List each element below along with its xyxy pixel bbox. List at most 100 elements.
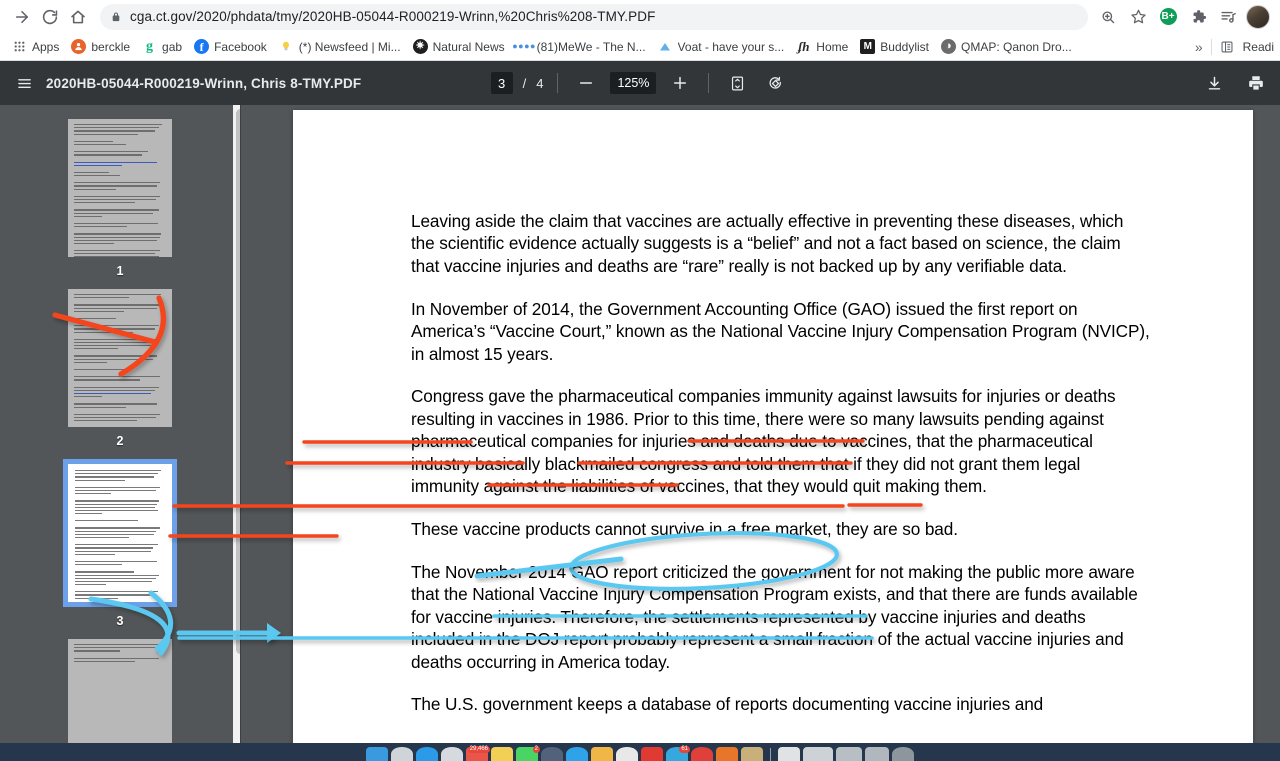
bookmark-item-buddylist[interactable]: M Buddylist bbox=[854, 36, 935, 57]
fit-to-page-icon[interactable] bbox=[723, 69, 751, 97]
thumbnail-preview[interactable] bbox=[68, 289, 172, 427]
pdf-toolbar-right-controls bbox=[1200, 69, 1270, 97]
paragraph-3: Congress gave the pharmaceutical compani… bbox=[411, 386, 1116, 497]
preview-dock-icon[interactable] bbox=[741, 747, 763, 761]
home-icon[interactable] bbox=[64, 3, 92, 31]
thumbnail-page-3[interactable]: 3 bbox=[63, 459, 177, 628]
forward-arrow-icon[interactable] bbox=[8, 3, 36, 31]
extension-badge-icon[interactable]: B+ bbox=[1154, 3, 1182, 31]
natural-news-favicon: ✷ bbox=[412, 39, 428, 54]
opera-dock-icon[interactable] bbox=[691, 747, 713, 761]
thumbnail-page-2[interactable]: 2 bbox=[68, 289, 172, 448]
paragraph-2: In November of 2014, the Government Acco… bbox=[411, 298, 1150, 364]
hamburger-menu-icon[interactable] bbox=[10, 69, 38, 97]
paragraph-6: The U.S. government keeps a database of … bbox=[411, 694, 1044, 715]
paragraph-4: These vaccine products cannot survive in… bbox=[411, 518, 958, 539]
trash-dock-icon[interactable] bbox=[865, 747, 889, 761]
telegram-dock-icon[interactable]: 61 bbox=[666, 746, 690, 761]
zoom-out-button[interactable] bbox=[572, 69, 600, 97]
bookmark-item-newsfeed[interactable]: (*) Newsfeed | Mi... bbox=[273, 36, 407, 57]
bookmark-star-icon[interactable] bbox=[1124, 3, 1152, 31]
omnibox[interactable]: cga.ct.gov/2020/phdata/tmy/2020HB-05044-… bbox=[100, 3, 1088, 30]
zoom-magnifier-icon[interactable] bbox=[1094, 3, 1122, 31]
bookmark-item-berckle[interactable]: berckle bbox=[65, 36, 136, 57]
omnibox-url-text[interactable]: cga.ct.gov/2020/phdata/tmy/2020HB-05044-… bbox=[130, 9, 655, 24]
finder-window-dock-icon[interactable] bbox=[778, 747, 800, 761]
thumbnail-scrollbar[interactable] bbox=[233, 105, 240, 754]
rotate-icon[interactable] bbox=[761, 69, 789, 97]
thumbnail-pane[interactable]: 1 2 3 bbox=[0, 105, 240, 754]
paragraph-5: The November 2014 GAO report criticized … bbox=[411, 561, 1138, 672]
finder-dock-icon[interactable] bbox=[366, 747, 388, 761]
bookmark-item-gab[interactable]: g gab bbox=[136, 36, 188, 57]
macos-dock[interactable]: 29,466 2 61 bbox=[0, 743, 1280, 761]
twitter-dock-icon[interactable] bbox=[566, 747, 588, 761]
launchpad-dock-icon[interactable] bbox=[391, 747, 413, 761]
page-count-separator: / bbox=[522, 75, 527, 91]
extensions-puzzle-icon[interactable] bbox=[1184, 3, 1212, 31]
bookmark-label: (81)MeWe - The N... bbox=[536, 39, 646, 54]
jh-favicon: ʄh bbox=[798, 39, 810, 54]
apps-grid-icon bbox=[12, 39, 27, 54]
pdf-page-3: Leaving aside the claim that vaccines ar… bbox=[293, 110, 1253, 754]
bookmark-item-facebook[interactable]: f Facebook bbox=[188, 36, 273, 57]
reload-icon[interactable] bbox=[36, 3, 64, 31]
bookmark-item-mewe[interactable]: ●●●● (81)MeWe - The N... bbox=[511, 36, 652, 57]
bookmark-label: gab bbox=[162, 39, 183, 54]
folder2-dock-icon[interactable] bbox=[836, 747, 862, 761]
thumbnail-preview-selected[interactable] bbox=[63, 459, 177, 607]
photos-dock-icon[interactable] bbox=[541, 747, 563, 761]
thumbnail-preview[interactable] bbox=[68, 119, 172, 257]
bookmark-item-home[interactable]: ʄh Home bbox=[790, 36, 854, 57]
telegram-badge-count: 61 bbox=[679, 746, 690, 753]
reading-list-label[interactable]: Readi bbox=[1243, 40, 1274, 54]
bookmark-label: Voat - have your s... bbox=[677, 39, 785, 54]
notes-dock-icon[interactable] bbox=[491, 747, 513, 761]
bookmarks-overflow-button[interactable]: » bbox=[1195, 39, 1203, 55]
bookmark-label: QMAP: Qanon Dro... bbox=[961, 39, 1072, 54]
gab-favicon: g bbox=[146, 38, 154, 54]
document-area[interactable]: Leaving aside the claim that vaccines ar… bbox=[241, 105, 1280, 754]
toolbar-divider bbox=[1210, 38, 1212, 55]
zoom-level-display[interactable]: 125% bbox=[610, 72, 657, 94]
mail-badge-count: 29,466 bbox=[467, 746, 490, 753]
thumbnail-scrollbar-thumb[interactable] bbox=[236, 109, 240, 654]
profile-avatar[interactable] bbox=[1244, 3, 1272, 31]
current-page-input[interactable]: 3 bbox=[490, 72, 513, 94]
safari-dock-icon[interactable] bbox=[416, 747, 438, 761]
doc-window-dock-icon[interactable] bbox=[803, 747, 833, 761]
thumbnail-page-4[interactable]: 4 bbox=[68, 639, 172, 754]
bookmark-item-apps[interactable]: Apps bbox=[6, 36, 65, 57]
mail-dock-icon[interactable]: 29,466 bbox=[466, 746, 490, 761]
bookmark-item-qmap[interactable]: ◑ QMAP: Qanon Dro... bbox=[935, 36, 1078, 57]
bookmark-label: Natural News bbox=[432, 39, 505, 54]
lightbulb-favicon bbox=[279, 39, 294, 54]
thumbnail-page-number: 2 bbox=[116, 434, 124, 448]
bookmark-item-natural-news[interactable]: ✷ Natural News bbox=[407, 36, 511, 57]
reading-list-icon[interactable] bbox=[1214, 3, 1242, 31]
messages-dock-icon[interactable]: 2 bbox=[516, 746, 540, 761]
youtube-dock-icon[interactable] bbox=[641, 747, 663, 761]
bookmark-item-voat[interactable]: Voat - have your s... bbox=[652, 36, 791, 57]
thumbnail-page-1[interactable]: 1 bbox=[68, 119, 172, 278]
pdf-document-title: 2020HB-05044-R000219-Wrinn, Chris 8-TMY.… bbox=[46, 75, 362, 91]
total-pages-label: 4 bbox=[536, 75, 544, 91]
download-icon[interactable] bbox=[1200, 69, 1228, 97]
bookmark-label: (*) Newsfeed | Mi... bbox=[298, 39, 401, 54]
bookmark-label: Home bbox=[816, 39, 849, 54]
toolbar-divider bbox=[708, 73, 710, 93]
voat-favicon bbox=[658, 39, 673, 54]
print-icon[interactable] bbox=[1242, 69, 1270, 97]
settings-dock-icon[interactable] bbox=[892, 747, 914, 761]
folder-dock-icon[interactable] bbox=[591, 747, 613, 761]
thumbnail-preview[interactable] bbox=[68, 639, 172, 754]
zoom-in-button[interactable] bbox=[666, 69, 694, 97]
thumbnail-page-number: 3 bbox=[116, 614, 124, 628]
vlc-dock-icon[interactable] bbox=[716, 747, 738, 761]
bookmarks-bar: Apps berckle g gab f Facebook (*) Newsfe… bbox=[0, 33, 1280, 61]
reading-list-panel-icon[interactable] bbox=[1220, 39, 1235, 54]
lock-icon bbox=[110, 11, 122, 23]
appstore-dock-icon[interactable] bbox=[441, 747, 463, 761]
chrome-dock-icon[interactable] bbox=[616, 747, 638, 761]
bookmark-label: Apps bbox=[32, 39, 60, 54]
